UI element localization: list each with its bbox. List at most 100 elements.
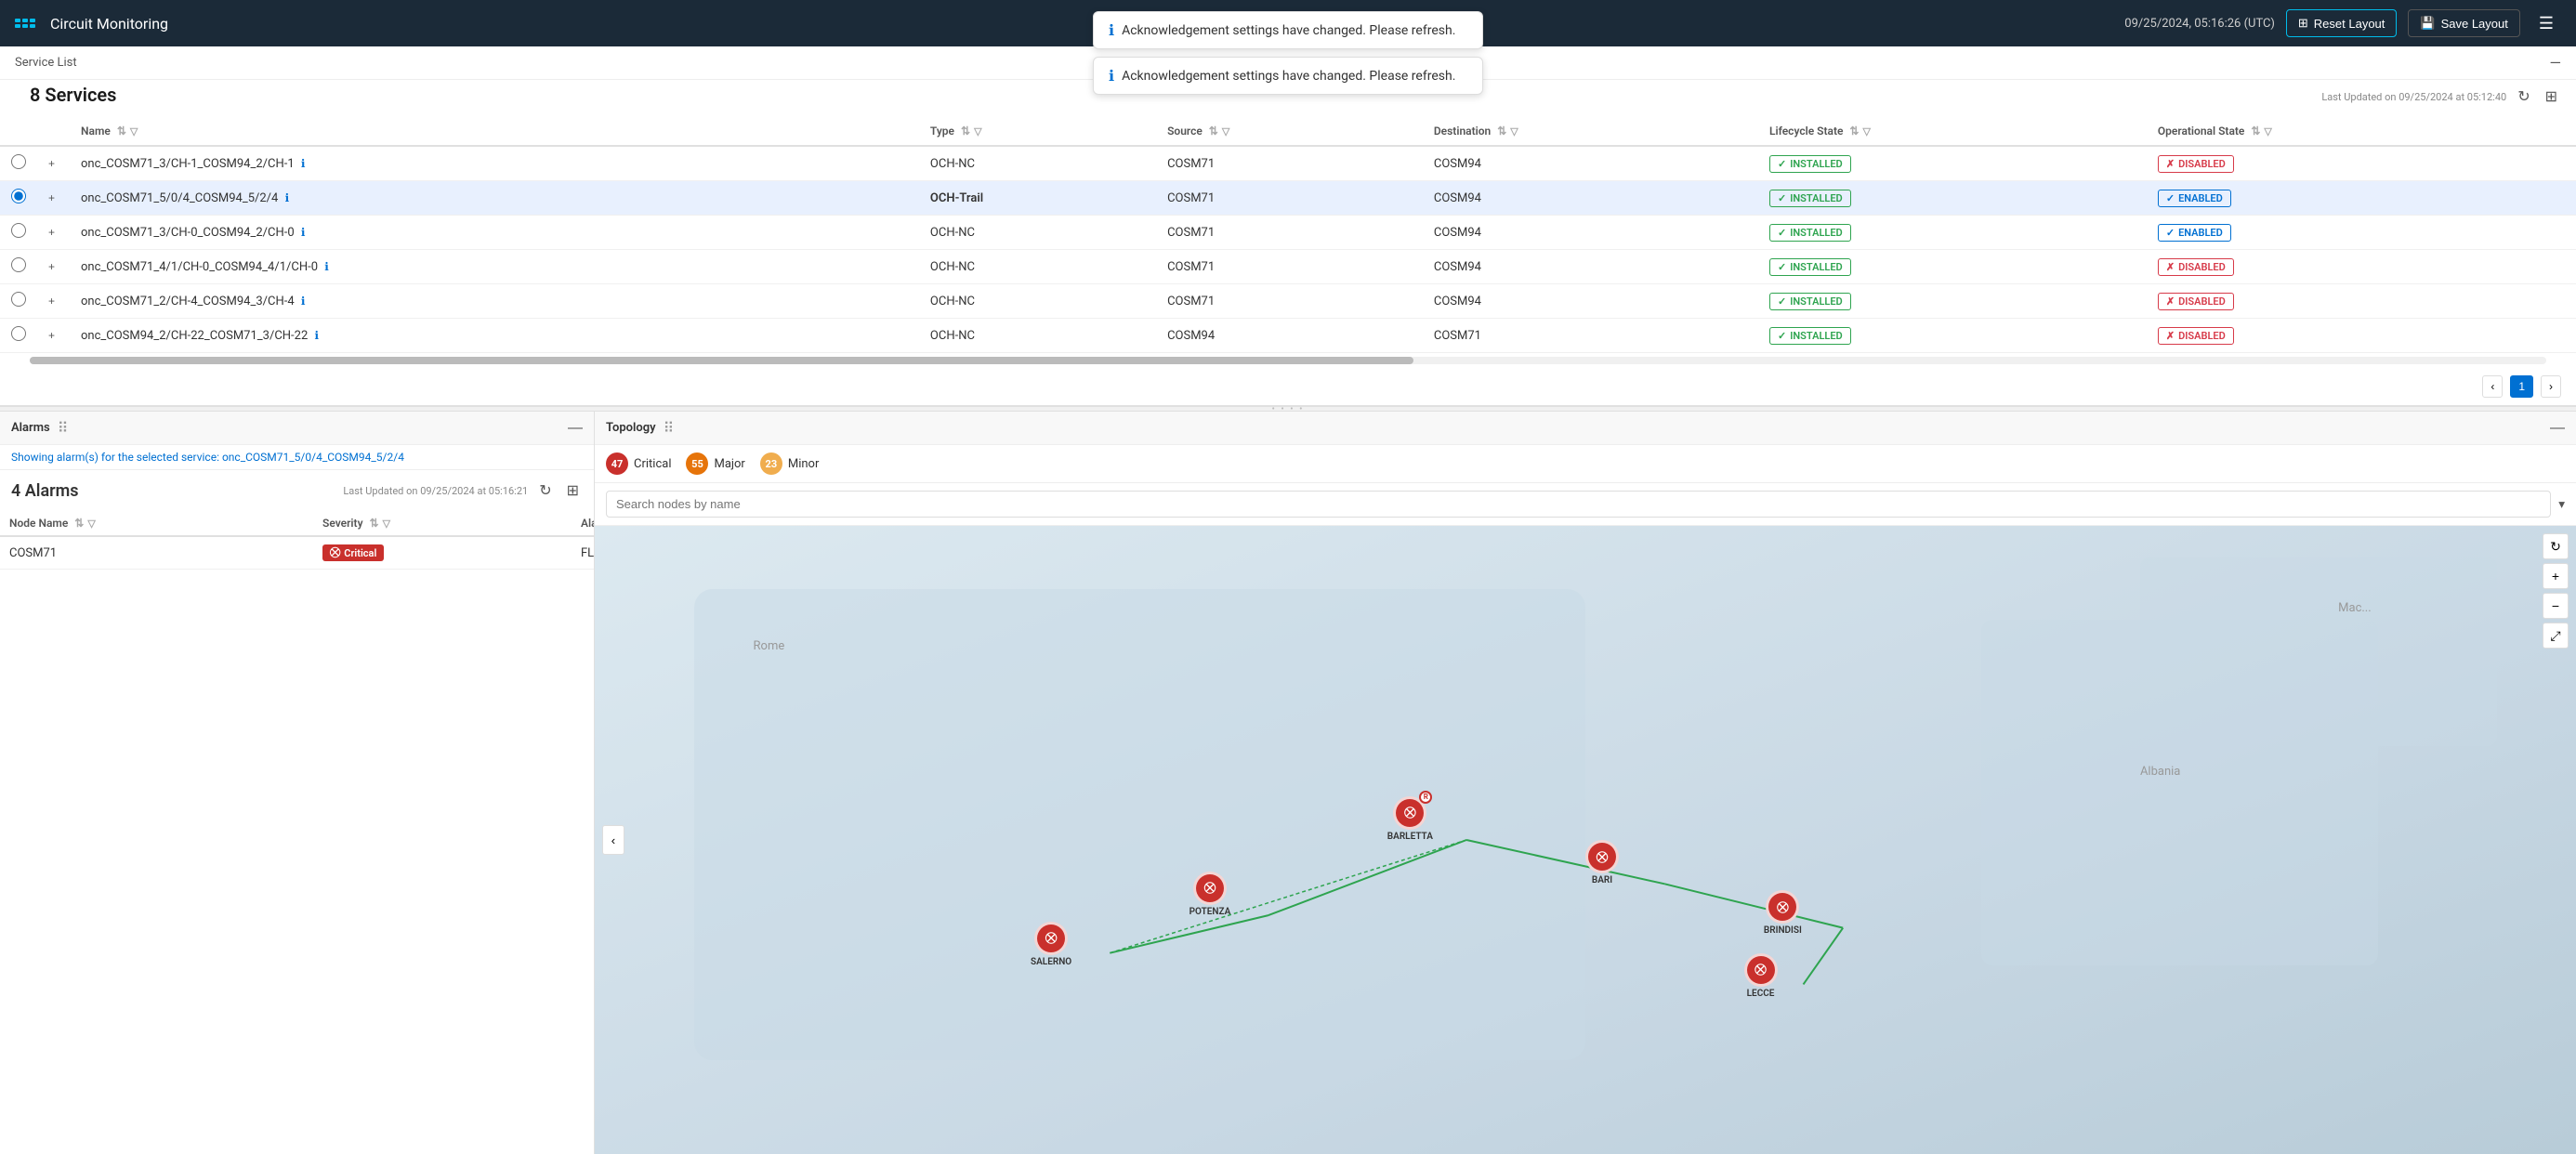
row-lifecycle: ✓ INSTALLED	[1758, 181, 2147, 216]
minor-label: Minor	[788, 457, 820, 471]
alarms-count-bar: 4 Alarms Last Updated on 09/25/2024 at 0…	[0, 470, 594, 511]
node-brindisi[interactable]: ⛒ BRINDISI	[1764, 890, 1802, 936]
row-radio[interactable]	[11, 326, 26, 341]
operational-badge: ✓ ENABLED	[2158, 224, 2231, 242]
operational-badge: ✗ DISABLED	[2158, 155, 2234, 173]
topology-panel-header: Topology ⠿ —	[595, 412, 2576, 445]
menu-button[interactable]: ☰	[2531, 10, 2561, 37]
export-service-button[interactable]: ⊞	[2542, 84, 2561, 110]
service-table-container: Name ⇅▽ Type ⇅▽ Source ⇅▽ Destination ⇅▽…	[0, 117, 2576, 353]
row-name: onc_COSM71_3/CH-0_COSM94_2/CH-0 ℹ	[70, 216, 919, 250]
operational-badge: ✓ ENABLED	[2158, 190, 2231, 207]
node-barletta[interactable]: ⛒ R BARLETTA	[1387, 796, 1433, 842]
major-label: Major	[714, 457, 744, 471]
save-layout-button[interactable]: 💾 Save Layout	[2408, 9, 2519, 37]
alarm-col-node: Node Name ⇅▽	[0, 511, 313, 536]
alarms-panel: Alarms ⠿ — Showing alarm(s) for the sele…	[0, 412, 595, 1154]
info-icon[interactable]: ℹ	[301, 157, 306, 170]
refresh-alarms-button[interactable]: ↻	[535, 478, 555, 504]
critical-dot: 47	[606, 452, 628, 475]
search-dropdown-button[interactable]: ▾	[2558, 497, 2565, 512]
table-row: COSM71 ⛒ Critical FLEXO-LOF 09/23	[0, 536, 594, 570]
info-icon-2: ℹ	[1109, 67, 1114, 85]
barletta-wrapper: ⛒ R	[1393, 796, 1426, 830]
barletta-label: BARLETTA	[1387, 832, 1433, 842]
barletta-r-badge: R	[1419, 791, 1432, 804]
node-lecce[interactable]: ⛒ LECCE	[1744, 953, 1778, 999]
info-icon[interactable]: ℹ	[324, 260, 329, 273]
service-table: Name ⇅▽ Type ⇅▽ Source ⇅▽ Destination ⇅▽…	[0, 117, 2576, 353]
topology-zoom-in-button[interactable]: +	[2543, 563, 2569, 589]
row-expand-button[interactable]: +	[48, 157, 55, 170]
row-type: OCH-NC	[919, 284, 1156, 319]
bari-label: BARI	[1592, 875, 1612, 885]
alarms-panel-header: Alarms ⠿ —	[0, 412, 594, 445]
main-area: Service List — 8 Services Last Updated o…	[0, 46, 2576, 1154]
row-lifecycle: ✓ INSTALLED	[1758, 319, 2147, 353]
export-alarms-button[interactable]: ⊞	[563, 478, 583, 504]
prev-page-button[interactable]: ‹	[2482, 375, 2503, 398]
reset-icon: ⊞	[2298, 16, 2308, 31]
row-radio[interactable]	[11, 154, 26, 169]
row-expand-button[interactable]: +	[48, 329, 55, 342]
topology-zoom-out-button[interactable]: −	[2543, 593, 2569, 619]
row-lifecycle: ✓ INSTALLED	[1758, 216, 2147, 250]
topology-panel: Topology ⠿ — 47 Critical 55 Major 23 Min…	[595, 412, 2576, 1154]
info-icon[interactable]: ℹ	[285, 191, 290, 204]
table-row: + onc_COSM71_4/1/CH-0_COSM94_4/1/CH-0 ℹ …	[0, 250, 2576, 284]
collapse-service-list-button[interactable]: —	[2550, 54, 2562, 72]
row-operational: ✗ DISABLED	[2147, 250, 2576, 284]
info-icon[interactable]: ℹ	[301, 226, 306, 239]
legend-major: 55 Major	[686, 452, 744, 475]
row-expand-button[interactable]: +	[48, 295, 55, 308]
bari-icon: ⛒	[1585, 840, 1619, 873]
notification-text-2: Acknowledgement settings have changed. P…	[1122, 69, 1455, 84]
topology-drag-handle[interactable]: ⠿	[664, 419, 675, 437]
info-icon[interactable]: ℹ	[315, 329, 320, 342]
row-radio[interactable]	[11, 223, 26, 238]
row-expand-button[interactable]: +	[48, 260, 55, 273]
lecce-label: LECCE	[1747, 989, 1775, 999]
alarms-last-updated: Last Updated on 09/25/2024 at 05:16:21	[343, 485, 528, 497]
legend-minor: 23 Minor	[760, 452, 820, 475]
page-1-button[interactable]: 1	[2510, 375, 2533, 398]
node-potenza[interactable]: ⛒ POTENZA	[1189, 872, 1231, 917]
operational-badge: ✗ DISABLED	[2158, 293, 2234, 310]
col-type: Type ⇅▽	[919, 117, 1156, 146]
row-type: OCH-NC	[919, 250, 1156, 284]
node-salerno[interactable]: ⛒ SALERNO	[1031, 922, 1071, 967]
topology-left-nav-button[interactable]: ‹	[602, 825, 624, 855]
info-icon[interactable]: ℹ	[301, 295, 306, 308]
row-source: COSM71	[1156, 284, 1423, 319]
topology-fit-button[interactable]: ⤢	[2543, 623, 2569, 649]
alarms-drag-handle[interactable]: ⠿	[58, 419, 69, 437]
row-radio[interactable]	[11, 189, 26, 203]
alarms-info-text: Showing alarm(s) for the selected servic…	[11, 451, 404, 464]
lifecycle-badge: ✓ INSTALLED	[1769, 258, 1851, 276]
row-radio[interactable]	[11, 257, 26, 272]
alarms-minimize-button[interactable]: —	[568, 420, 583, 437]
row-destination: COSM94	[1423, 181, 1758, 216]
next-page-button[interactable]: ›	[2541, 375, 2561, 398]
alarms-table: Node Name ⇅▽ Severity ⇅▽ Alarm Type ⇅▽ T…	[0, 511, 594, 570]
topology-minimize-button[interactable]: —	[2550, 420, 2565, 437]
service-last-updated: Last Updated on 09/25/2024 at 05:12:40	[2321, 91, 2506, 103]
node-bari[interactable]: ⛒ BARI	[1585, 840, 1619, 885]
table-row: + onc_COSM71_3/CH-0_COSM94_2/CH-0 ℹ OCH-…	[0, 216, 2576, 250]
reset-layout-button[interactable]: ⊞ Reset Layout	[2286, 9, 2398, 37]
notification-banner-1: ℹ Acknowledgement settings have changed.…	[1093, 11, 1483, 49]
row-source: COSM71	[1156, 146, 1423, 181]
map-label-mac: Mac...	[2338, 601, 2372, 615]
service-list-panel: Service List — 8 Services Last Updated o…	[0, 46, 2576, 406]
lifecycle-badge: ✓ INSTALLED	[1769, 190, 1851, 207]
row-expand-button[interactable]: +	[48, 226, 55, 239]
refresh-service-button[interactable]: ↻	[2514, 84, 2533, 110]
topology-refresh-button[interactable]: ↻	[2543, 533, 2569, 559]
service-scrollbar[interactable]	[30, 357, 2546, 364]
search-nodes-input[interactable]	[606, 491, 2551, 518]
row-radio[interactable]	[11, 292, 26, 307]
row-expand-button[interactable]: +	[48, 191, 55, 204]
notification-area: ℹ Acknowledgement settings have changed.…	[1093, 11, 1483, 95]
critical-label: Critical	[634, 457, 671, 471]
row-source: COSM94	[1156, 319, 1423, 353]
